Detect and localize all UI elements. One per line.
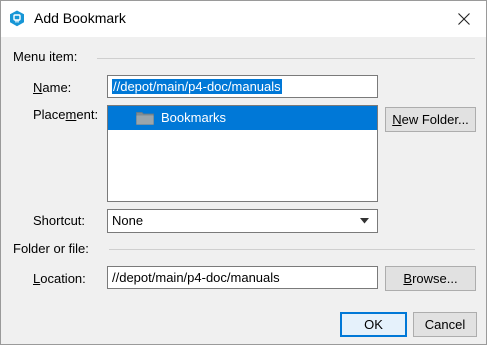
ok-button[interactable]: OK (340, 312, 407, 337)
folder-icon (136, 112, 154, 125)
tree-item-label: Bookmarks (161, 110, 227, 125)
cancel-button-label: Cancel (424, 317, 466, 332)
name-label: Name: (33, 80, 72, 95)
add-bookmark-dialog: Add Bookmark Menu item: Name: //depot/ma… (0, 0, 487, 345)
close-icon (458, 13, 470, 25)
chevron-down-icon (360, 218, 369, 224)
dialog-title: Add Bookmark (34, 10, 126, 26)
name-input-value: //depot/main/p4-doc/manuals (112, 79, 282, 94)
placement-tree[interactable]: Bookmarks (107, 105, 378, 202)
browse-button-label: Browse... (403, 271, 458, 286)
new-folder-button[interactable]: New Folder... (385, 107, 476, 132)
cancel-button[interactable]: Cancel (413, 312, 477, 337)
menu-item-section-label: Menu item: (13, 49, 78, 64)
location-input[interactable]: //depot/main/p4-doc/manuals (107, 266, 378, 289)
tree-item-bookmarks[interactable]: Bookmarks (108, 106, 377, 130)
shortcut-label: Shortcut: (33, 213, 86, 228)
section-divider (97, 58, 475, 59)
ok-button-label: OK (364, 317, 383, 332)
shortcut-select[interactable]: None (107, 209, 378, 233)
location-label: Location: (33, 271, 86, 286)
section-divider (109, 249, 475, 250)
placement-label: Placement: (33, 107, 99, 122)
location-input-value: //depot/main/p4-doc/manuals (112, 270, 280, 285)
new-folder-button-label: New Folder... (392, 112, 469, 127)
title-bar: Add Bookmark (1, 1, 486, 37)
shortcut-select-value: None (112, 213, 144, 228)
browse-button[interactable]: Browse... (385, 266, 476, 291)
folder-or-file-section-label: Folder or file: (13, 241, 89, 256)
name-input[interactable]: //depot/main/p4-doc/manuals (107, 75, 378, 98)
close-button[interactable] (452, 7, 476, 31)
perforce-icon (10, 10, 24, 27)
